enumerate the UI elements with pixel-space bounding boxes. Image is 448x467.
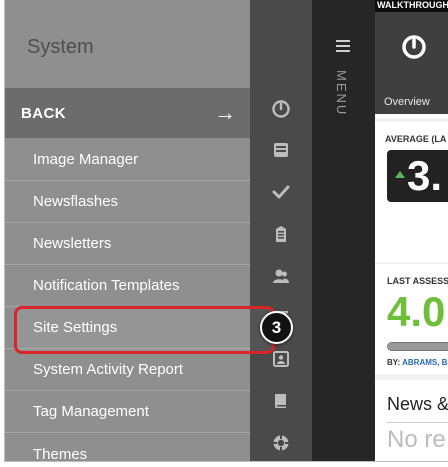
menu-item-notification-templates[interactable]: Notification Templates [5, 265, 250, 307]
lifebuoy-icon[interactable] [250, 434, 312, 452]
inbox-icon[interactable] [250, 141, 312, 159]
menu-item-label: Image Manager [33, 151, 139, 168]
step-number-badge: 3 [260, 311, 293, 344]
book-icon[interactable] [250, 392, 312, 410]
assessor-name-link[interactable]: ABRAMS, BI [402, 358, 448, 367]
people-icon[interactable] [250, 267, 312, 285]
tab-overview[interactable]: Overview [384, 96, 430, 108]
news-card: News & No re [375, 380, 448, 461]
menu-strip: MENU [312, 0, 375, 461]
assessed-by: BY: ABRAMS, BI [387, 358, 448, 367]
average-label: AVERAGE (LA [385, 134, 447, 144]
average-card: AVERAGE (LA 3. [375, 122, 448, 262]
assessment-progress-bar [387, 342, 448, 351]
menu-item-label: Tag Management [33, 403, 149, 420]
last-assessment-value: 4.0 [387, 288, 446, 335]
trend-up-icon [395, 171, 405, 178]
arrow-right-icon: → [214, 100, 236, 125]
last-assessment-card: LAST ASSESS 4.0 BY: ABRAMS, BI [375, 264, 448, 374]
menu-item-newsletters[interactable]: Newsletters [5, 223, 250, 265]
brand-logo-icon[interactable] [401, 34, 427, 60]
hamburger-icon[interactable] [336, 40, 350, 55]
news-divider [387, 422, 448, 423]
menu-item-newsflashes[interactable]: Newsflashes [5, 181, 250, 223]
by-prefix: BY: [387, 358, 401, 367]
sidebar-title: System [27, 36, 94, 58]
back-label: BACK [21, 104, 66, 122]
active-tab-indicator [375, 114, 448, 118]
last-assessment-label: LAST ASSESS [387, 276, 448, 286]
top-bar: WALKTHROUGH Overview [375, 0, 448, 118]
app-window: System BACK → Image Manager Newsflashes … [4, 0, 448, 462]
menu-item-themes[interactable]: Themes [5, 433, 250, 462]
building-icon[interactable] [250, 225, 312, 243]
main-content: WALKTHROUGH Overview AVERAGE (LA 3. LAST… [375, 0, 448, 461]
menu-item-label: System Activity Report [33, 361, 184, 378]
progress-fill [388, 343, 448, 350]
news-empty-text: No re [387, 426, 446, 453]
icon-rail [250, 0, 312, 461]
callout-highlight-box [14, 306, 275, 354]
menu-item-label: Notification Templates [33, 277, 180, 294]
menu-item-label: Themes [33, 445, 88, 462]
dashboard-icon[interactable] [250, 100, 312, 118]
menu-item-label: Newsletters [33, 235, 112, 252]
menu-label: MENU [334, 70, 349, 117]
menu-item-label: Newsflashes [33, 193, 119, 210]
menu-item-image-manager[interactable]: Image Manager [5, 139, 250, 181]
walkthrough-badge: WALKTHROUGH [375, 0, 448, 12]
system-sidebar: System BACK → Image Manager Newsflashes … [5, 0, 250, 462]
average-value: 3. [407, 152, 443, 199]
average-score-box: 3. [387, 150, 448, 202]
system-menu-list: Image Manager Newsflashes Newsletters No… [5, 139, 250, 462]
back-button[interactable]: BACK → [5, 88, 250, 138]
menu-item-tag-management[interactable]: Tag Management [5, 391, 250, 433]
news-title: News & [387, 394, 448, 414]
checkmark-icon[interactable] [250, 183, 312, 201]
menu-item-system-activity-report[interactable]: System Activity Report [5, 349, 250, 391]
